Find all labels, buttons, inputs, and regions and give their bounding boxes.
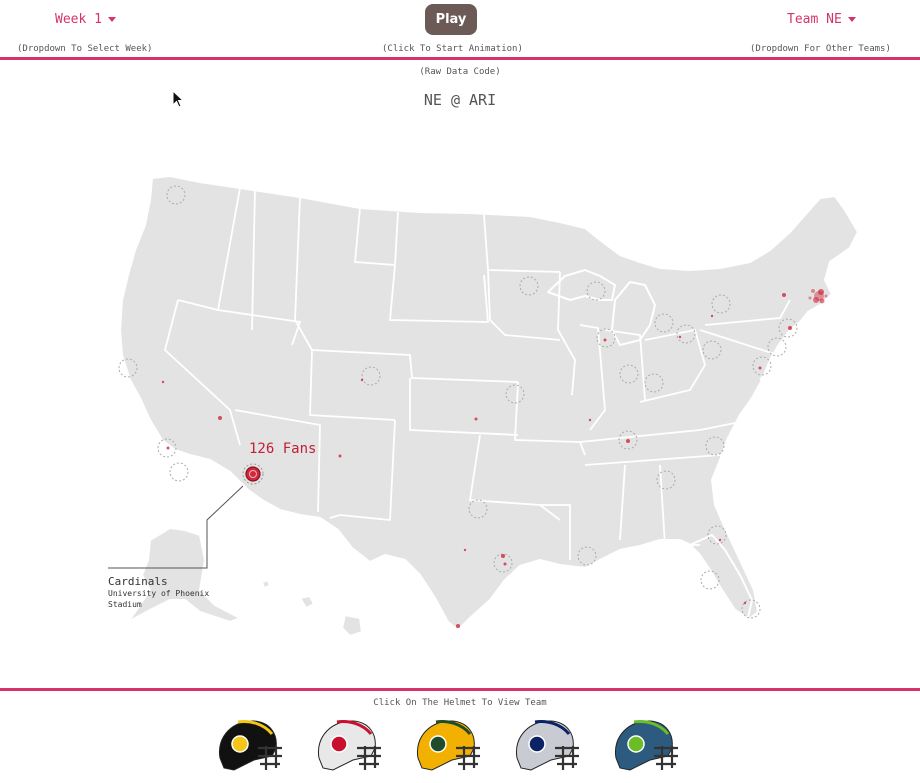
stadium-marker[interactable] (169, 462, 189, 482)
helmet-steelers-button[interactable] (218, 720, 282, 771)
us-fan-map (108, 175, 859, 637)
helmet-row (0, 716, 920, 776)
callout-team-name: Cardinals (108, 575, 168, 588)
week-dropdown[interactable]: Week 1 (55, 12, 116, 27)
footer-divider (0, 688, 920, 691)
mouse-cursor-icon (172, 90, 185, 108)
chevron-down-icon (107, 17, 116, 22)
header-divider (0, 57, 920, 60)
helmet-hint: Click On The Helmet To View Team (373, 698, 547, 708)
team-dropdown-hint: (Dropdown For Other Teams) (750, 44, 891, 54)
callout-stadium-name: University of Phoenix Stadium (108, 589, 210, 609)
play-button[interactable]: Play (425, 4, 477, 35)
helmet-patriots-button[interactable] (317, 720, 381, 771)
packers-logo-icon (429, 735, 447, 753)
us-landmass (119, 175, 859, 637)
helmet-packers-button[interactable] (416, 720, 480, 771)
seahawks-logo-icon (627, 735, 645, 753)
chevron-down-icon (847, 17, 856, 22)
matchup-title: NE @ ARI (423, 91, 497, 109)
play-hint: (Click To Start Animation) (382, 44, 523, 54)
cowboys-logo-icon (528, 735, 546, 753)
team-dropdown[interactable]: Team NE (787, 12, 856, 27)
team-dropdown-label: Team NE (787, 12, 842, 27)
fan-count-label: 126 Fans (249, 441, 317, 457)
helmet-cowboys-button[interactable] (515, 720, 579, 771)
helmet-seahawks-button[interactable] (614, 720, 678, 771)
week-dropdown-label: Week 1 (55, 12, 102, 27)
patriots-logo-icon (330, 735, 348, 753)
steelers-logo-icon (231, 735, 249, 753)
raw-data-link[interactable]: (Raw Data Code) (419, 67, 500, 77)
week-dropdown-hint: (Dropdown To Select Week) (17, 44, 153, 54)
